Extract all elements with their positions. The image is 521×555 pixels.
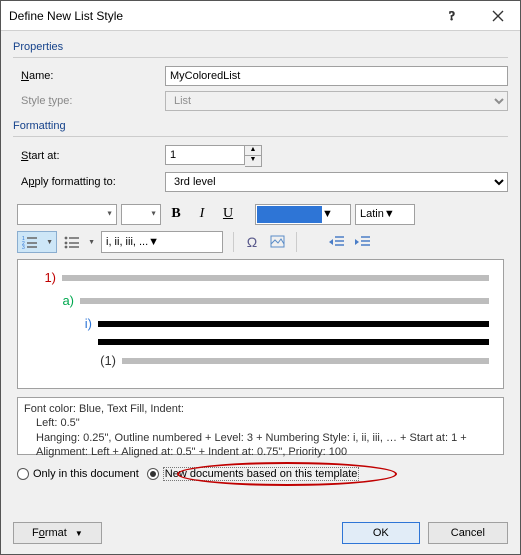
increase-indent-button[interactable]: [351, 231, 375, 253]
chevron-down-icon: ▼: [148, 236, 159, 248]
svg-text:3: 3: [22, 245, 25, 249]
desc-line-2: Left: 0.5": [24, 416, 497, 430]
start-at-down[interactable]: ▼: [245, 156, 261, 166]
decrease-indent-button[interactable]: [325, 231, 349, 253]
preview-level-2: a): [32, 293, 80, 308]
close-button[interactable]: [475, 1, 520, 31]
insert-picture-button[interactable]: [266, 231, 290, 253]
desc-line-3: Hanging: 0.25", Outline numbered + Level…: [24, 431, 497, 460]
close-icon: [492, 10, 504, 22]
italic-button[interactable]: I: [191, 203, 213, 225]
window-title: Define New List Style: [9, 9, 430, 23]
preview-pane: 1) a) i) (1): [17, 259, 504, 389]
start-at-label: Start at:: [13, 150, 165, 162]
style-description: Font color: Blue, Text Fill, Indent: Lef…: [17, 397, 504, 455]
font-size-select[interactable]: ▼: [121, 204, 161, 225]
only-this-doc-radio[interactable]: Only in this document: [17, 468, 139, 480]
numbered-list-icon: 1 2 3: [22, 235, 38, 249]
preview-level-3: i): [32, 316, 98, 331]
script-select[interactable]: Latin ▼: [355, 204, 415, 225]
apply-to-label: Apply formatting to:: [13, 176, 165, 188]
new-docs-radio[interactable]: New documents based on this template: [147, 467, 360, 481]
underline-button[interactable]: U: [217, 203, 239, 225]
number-format-value: i, ii, iii, ...: [106, 236, 148, 248]
new-docs-label: New documents based on this template: [163, 467, 360, 481]
chevron-down-icon: ▼: [75, 529, 83, 538]
titlebar: Define New List Style ?: [1, 1, 520, 31]
numbered-list-button[interactable]: 1 2 3 ▼: [17, 231, 57, 253]
font-select[interactable]: ▼: [17, 204, 117, 225]
increase-indent-icon: [355, 235, 371, 249]
decrease-indent-icon: [329, 235, 345, 249]
chevron-down-icon: ▼: [322, 208, 333, 220]
symbol-button[interactable]: Ω: [240, 231, 264, 253]
name-label: Name:: [13, 70, 165, 82]
help-button[interactable]: ?: [430, 1, 475, 31]
start-at-input[interactable]: [165, 145, 245, 165]
picture-icon: [270, 235, 286, 249]
chevron-down-icon: ▼: [150, 211, 157, 218]
bullet-list-button[interactable]: ▼: [59, 231, 99, 253]
formatting-heading: Formatting: [13, 120, 508, 132]
chevron-down-icon: ▼: [88, 239, 95, 246]
help-icon: ?: [446, 9, 460, 23]
cancel-button[interactable]: Cancel: [428, 522, 508, 544]
dialog-window: Define New List Style ? Properties Name:…: [0, 0, 521, 555]
chevron-down-icon: ▼: [384, 208, 395, 220]
format-button[interactable]: Format ▼: [13, 522, 102, 544]
preview-level-4: (1): [32, 353, 122, 368]
style-type-select: List: [165, 91, 508, 111]
only-this-doc-label: Only in this document: [33, 468, 139, 480]
ok-button[interactable]: OK: [342, 522, 420, 544]
chevron-down-icon: ▼: [106, 211, 113, 218]
preview-level-1: 1): [32, 270, 62, 285]
script-value: Latin: [360, 208, 384, 220]
apply-to-select[interactable]: 3rd level: [165, 172, 508, 192]
bold-button[interactable]: B: [165, 203, 187, 225]
number-format-select[interactable]: i, ii, iii, ... ▼: [101, 231, 223, 253]
properties-heading: Properties: [13, 41, 508, 53]
radio-icon: [147, 468, 159, 480]
color-swatch: [257, 206, 322, 223]
svg-text:?: ?: [449, 9, 455, 23]
bullet-list-icon: [64, 235, 80, 249]
radio-icon: [17, 468, 29, 480]
chevron-down-icon: ▼: [46, 239, 53, 246]
desc-line-1: Font color: Blue, Text Fill, Indent:: [24, 402, 497, 416]
start-at-up[interactable]: ▲: [245, 146, 261, 156]
font-color-select[interactable]: ▼: [255, 204, 351, 225]
name-input[interactable]: [165, 66, 508, 86]
style-type-label: Style type:: [13, 95, 165, 107]
